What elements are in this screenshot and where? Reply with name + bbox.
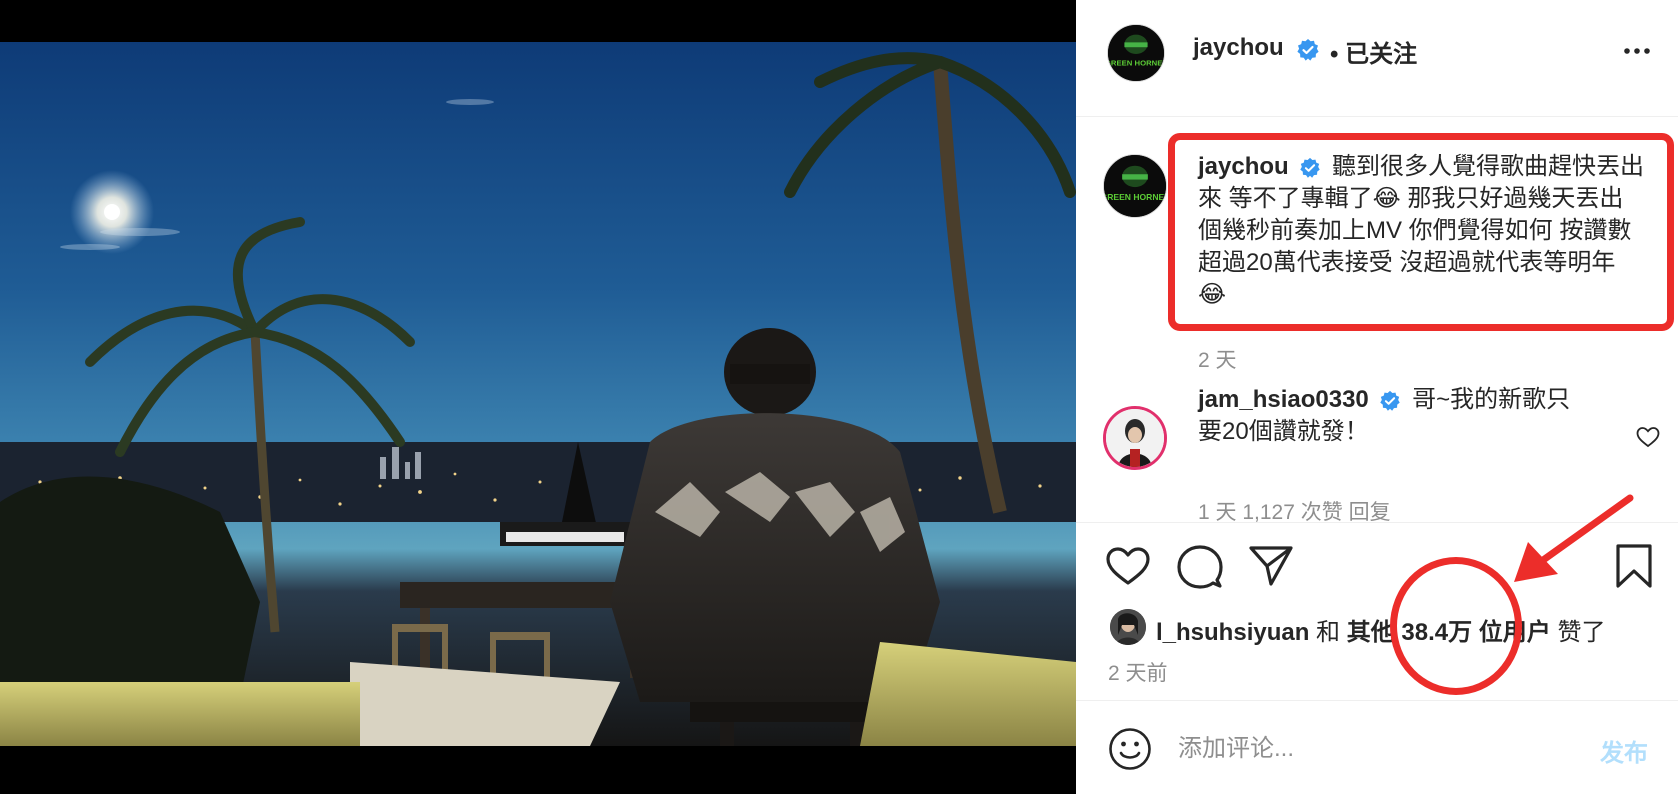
post-comment-button[interactable]: 发布 — [1600, 733, 1648, 768]
caption-text-line: 來 等不了專輯了😂 那我只好過幾天丟出 — [1198, 185, 1624, 212]
avatar-logo-text: GREEN HORNET — [1108, 59, 1164, 68]
caption-author-avatar[interactable]: GREEN HORNET — [1103, 154, 1167, 218]
comment-text-line: 哥~我的新歌只 — [1412, 386, 1571, 413]
comments-section[interactable]: GREEN HORNET jaychou 聽到很多人覺得歌曲趕快丟出 來 等不了… — [1076, 118, 1678, 522]
green-hornet-avatar-image: GREEN HORNET — [1108, 25, 1164, 81]
post-actions: l_hsuhsiyuan 和 其他 38.4万 位用户 赞了 2 天前 — [1076, 522, 1678, 700]
follow-status[interactable]: • 已关注 — [1330, 34, 1417, 69]
likes-summary[interactable]: l_hsuhsiyuan 和 其他 38.4万 位用户 赞了 — [1110, 607, 1670, 647]
post-timestamp[interactable]: 2 天前 — [1108, 657, 1168, 687]
likes-connector: 和 — [1309, 619, 1347, 646]
share-direct-icon[interactable] — [1248, 545, 1294, 587]
post-photo-pane — [0, 0, 1076, 794]
green-hornet-avatar-image: GREEN HORNET — [1104, 155, 1166, 217]
author-avatar[interactable]: GREEN HORNET — [1107, 24, 1165, 82]
liker-username[interactable]: l_hsuhsiyuan — [1156, 619, 1309, 646]
likes-text: l_hsuhsiyuan 和 其他 38.4万 位用户 赞了 — [1156, 612, 1605, 647]
caption-text-line: 超過20萬代表接受 沒超過就代表等明年 — [1198, 249, 1616, 276]
caption-text-line: 😂 — [1198, 281, 1227, 308]
comment-line-1: jam_hsiao0330 哥~我的新歌只 — [1198, 384, 1618, 416]
emoji-smiley-icon[interactable] — [1108, 727, 1152, 771]
commenter-username[interactable]: jam_hsiao0330 — [1198, 386, 1369, 413]
commenter-avatar[interactable] — [1103, 406, 1167, 470]
liker-avatar[interactable] — [1110, 609, 1146, 645]
like-heart-icon[interactable] — [1105, 545, 1151, 587]
likes-count: 38.4万 — [1401, 619, 1473, 646]
comment-like-heart-icon[interactable] — [1635, 425, 1661, 449]
comment-text-line: 要20個讚就發！ — [1198, 418, 1369, 445]
avatar-logo-text: GREEN HORNET — [1104, 192, 1166, 202]
likes-others-suffix: 位用户 — [1472, 619, 1551, 646]
likes-others-link[interactable]: 其他 38.4万 位用户 — [1347, 619, 1551, 646]
add-comment-bar: 发布 — [1076, 700, 1678, 794]
verified-badge-icon — [1297, 39, 1319, 61]
post-side-panel: GREEN HORNET jaychou • 已关注 GREEN HORNET — [1076, 0, 1678, 794]
comment-text-block: jam_hsiao0330 哥~我的新歌只 要20個讚就發！ — [1198, 384, 1618, 448]
comment-meta: 1 天 1,127 次赞 回复 — [1198, 501, 1391, 522]
verified-badge-icon — [1380, 390, 1401, 411]
commenter-avatar-image — [1106, 409, 1164, 467]
more-options-icon[interactable] — [1622, 44, 1652, 58]
author-username[interactable]: jaychou — [1193, 34, 1284, 62]
caption-text-line: 聽到很多人覺得歌曲趕快丟出 — [1332, 153, 1645, 180]
comment-input[interactable] — [1178, 729, 1558, 769]
likes-others-prefix: 其他 — [1346, 619, 1402, 646]
likes-verb: 赞了 — [1550, 619, 1606, 646]
caption-time: 2 天 — [1198, 349, 1237, 372]
save-bookmark-icon[interactable] — [1614, 543, 1654, 589]
comment-bubble-icon[interactable] — [1177, 544, 1223, 590]
caption-line-1: jaychou 聽到很多人覺得歌曲趕快丟出 — [1198, 151, 1658, 183]
caption-text-block: jaychou 聽到很多人覺得歌曲趕快丟出 來 等不了專輯了😂 那我只好過幾天丟… — [1198, 151, 1658, 311]
post-header: GREEN HORNET jaychou • 已关注 — [1076, 0, 1678, 117]
caption-username[interactable]: jaychou — [1198, 153, 1289, 180]
post-photo[interactable] — [0, 42, 1076, 746]
liker-avatar-image — [1110, 609, 1146, 645]
caption-text-line: 個幾秒前奏加上MV 你們覺得如何 按讚數 — [1198, 217, 1632, 244]
verified-badge-icon — [1300, 157, 1321, 178]
